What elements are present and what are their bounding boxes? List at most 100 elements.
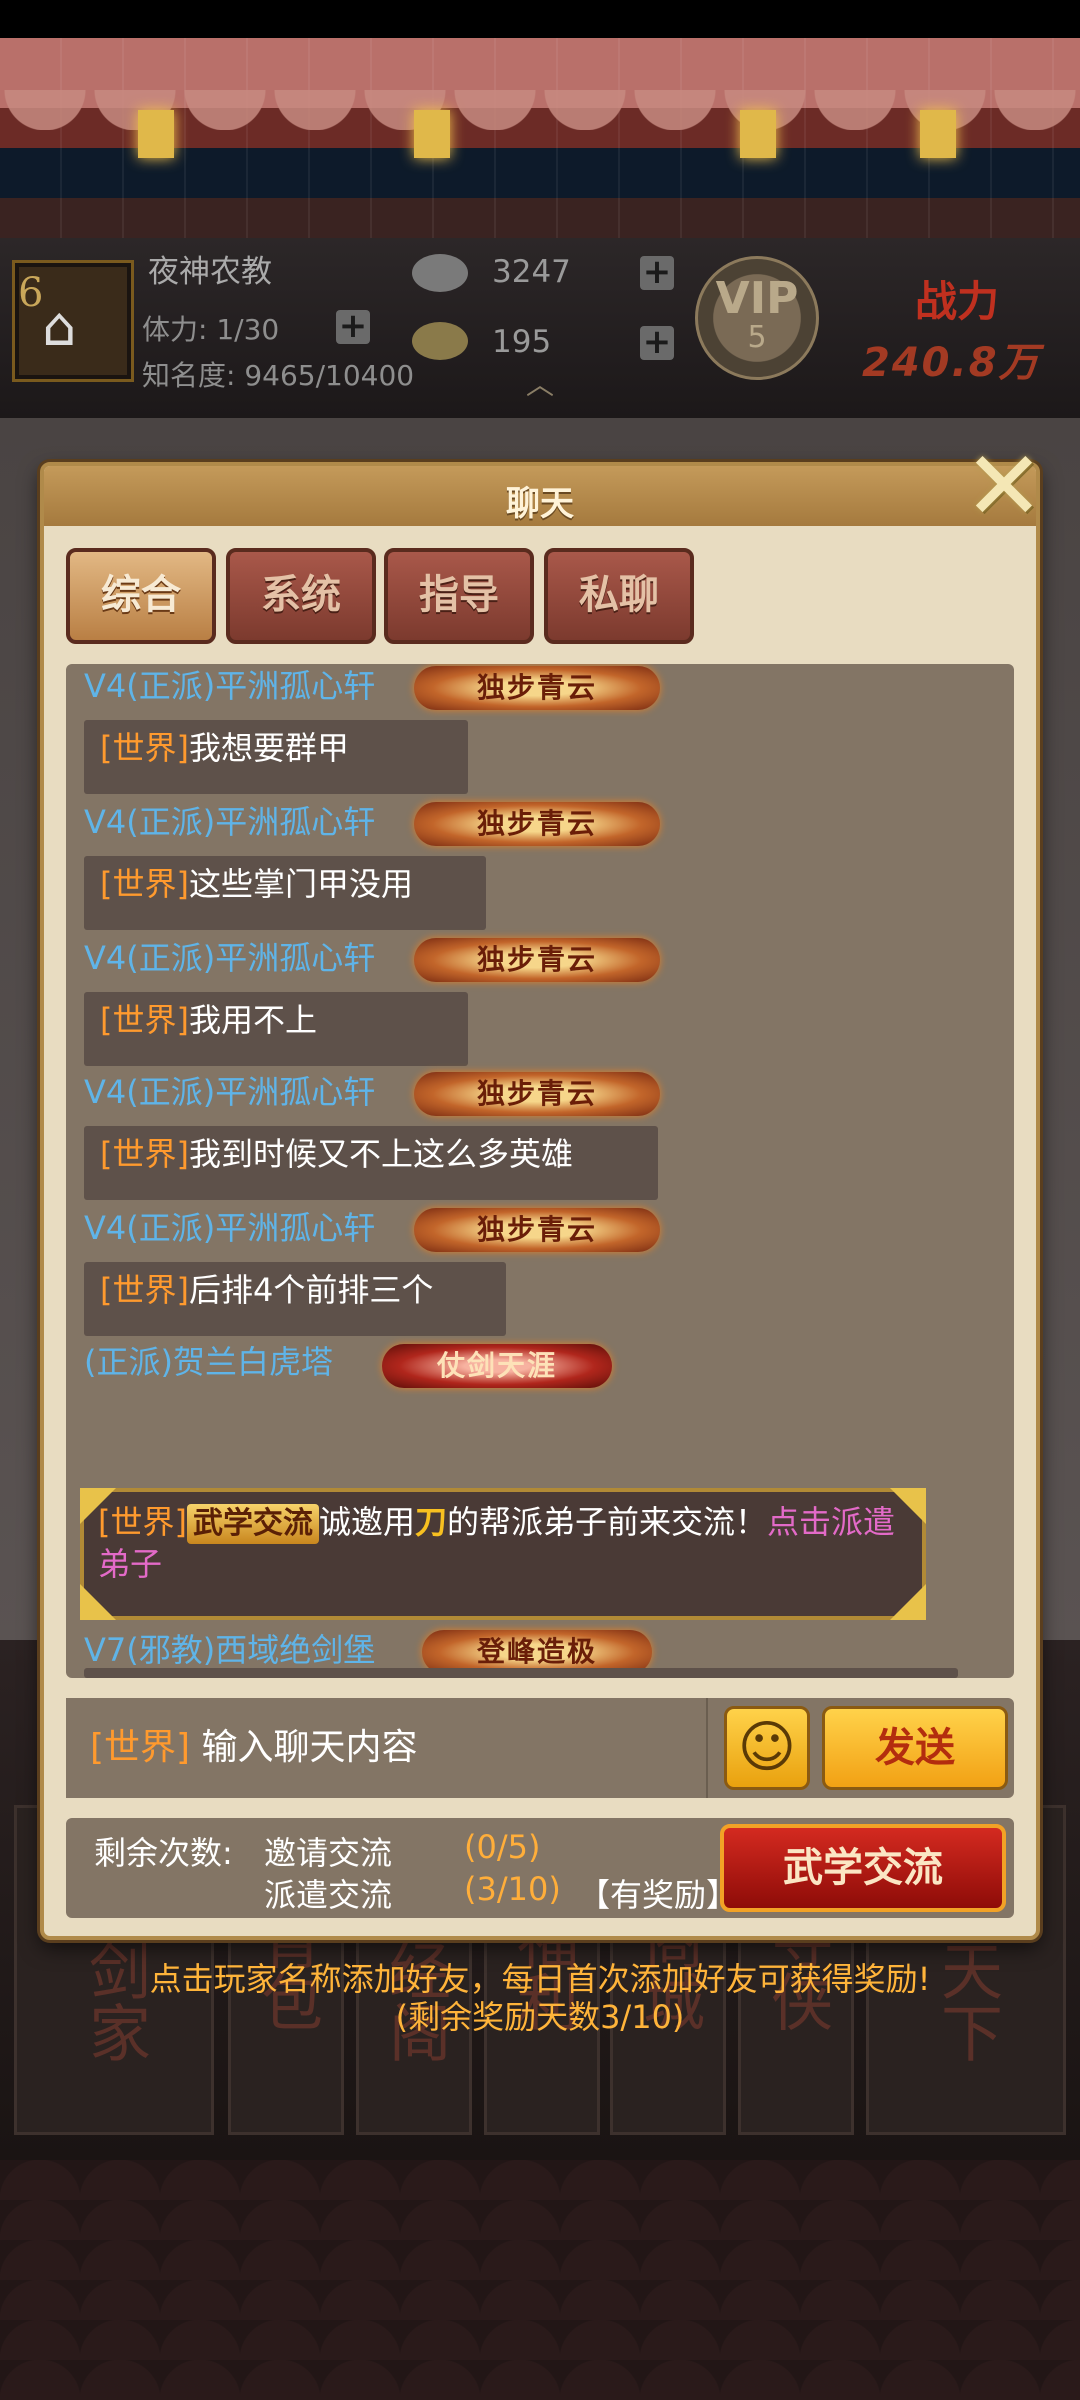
knife-weapon-icon: 刀: [415, 1503, 448, 1541]
lantern-decoration: [138, 110, 174, 158]
sender-vip: V4: [84, 1209, 127, 1247]
add-silver-button[interactable]: +: [640, 255, 674, 290]
sender-vip: V4: [84, 939, 127, 977]
corner-ornament: [80, 1584, 116, 1620]
tab-general[interactable]: 综合: [66, 548, 216, 644]
chat-dialog: 聊天 ✕ 综合 系统 指导 私聊 V4(正派)平洲孤心轩 独步青云 [世界]我想…: [40, 438, 1044, 1940]
reward-label: 【有奖励】: [578, 1876, 739, 1914]
sender-faction: (正派): [126, 939, 216, 977]
dispatch-exchange-label: 派遣交流: [264, 1876, 393, 1914]
add-stamina-button[interactable]: +: [336, 309, 370, 344]
fame-text: 知名度: 9465/10400: [142, 359, 415, 392]
gold-amount: 195: [492, 324, 552, 360]
status-bar: [0, 0, 1080, 38]
tab-system[interactable]: 系统: [226, 548, 376, 644]
sender-faction: (正派): [84, 1343, 173, 1381]
vip-badge[interactable]: VIP 5: [695, 256, 819, 380]
friend-hint-line2: (剩余奖励天数3/10): [395, 1998, 685, 2036]
sender-name[interactable]: 贺兰白虎塔: [173, 1343, 333, 1381]
lantern-decoration: [920, 110, 956, 158]
message-sender[interactable]: V4(正派)平洲孤心轩: [84, 1068, 375, 1116]
dispatch-exchange-count: (3/10): [464, 1870, 561, 1908]
sender-faction: (正派): [126, 667, 216, 705]
add-gold-button[interactable]: +: [640, 325, 674, 360]
combat-power-value: 240.8万: [862, 340, 1041, 386]
sender-faction: (正派): [126, 803, 216, 841]
sender-name[interactable]: 平洲孤心轩: [215, 939, 375, 977]
sender-faction: (邪教): [126, 1631, 216, 1669]
message-text: 我用不上: [188, 1001, 317, 1039]
message-sender[interactable]: V4(正派)平洲孤心轩: [84, 1204, 375, 1252]
emoji-icon[interactable]: ☺: [724, 1706, 810, 1790]
message-text: 后排4个前排三个: [188, 1271, 434, 1309]
player-level: 6: [18, 270, 44, 316]
title-badge: 独步青云: [414, 666, 660, 710]
vip-level: 5: [747, 320, 767, 355]
friend-hint: 点击玩家名称添加好友，每日首次添加好友可获得奖励! (剩余奖励天数3/10): [0, 1960, 1080, 2036]
message-bubble: [世界]我想要群甲: [84, 720, 468, 794]
channel-tag: [世界]: [100, 1001, 189, 1039]
bottom-background: [0, 2160, 1080, 2400]
gold-ingot-icon: [412, 322, 468, 360]
channel-tag: [世界]: [100, 865, 189, 903]
player-name: 夜神农教: [148, 254, 272, 290]
martial-exchange-button[interactable]: 武学交流: [720, 1824, 1006, 1912]
title-badge: 独步青云: [414, 1072, 660, 1116]
tab-guide[interactable]: 指导: [384, 548, 534, 644]
sender-name[interactable]: 西域绝剑堡: [215, 1631, 375, 1669]
sender-name[interactable]: 平洲孤心轩: [215, 1073, 375, 1111]
lantern-decoration: [740, 110, 776, 158]
message-sender[interactable]: V4(正派)平洲孤心轩: [84, 934, 375, 982]
invite-text: 诚邀用: [318, 1503, 415, 1541]
sender-name[interactable]: 平洲孤心轩: [215, 803, 375, 841]
vip-label: VIP: [715, 273, 799, 324]
sender-faction: (正派): [126, 1073, 216, 1111]
remaining-label: 剩余次数:: [94, 1834, 233, 1872]
channel-tag: [世界]: [98, 1503, 187, 1541]
title-badge: 独步青云: [414, 1208, 660, 1252]
close-icon[interactable]: ✕: [954, 438, 1054, 538]
sender-name[interactable]: 平洲孤心轩: [215, 1209, 375, 1247]
dialog-title: 聊天: [506, 484, 574, 524]
message-sender[interactable]: V4(正派)平洲孤心轩: [84, 664, 375, 710]
message-text: 我想要群甲: [188, 729, 349, 767]
message-sender[interactable]: V7(邪教)西域绝剑堡: [84, 1626, 375, 1674]
chevron-up-icon[interactable]: ︿: [520, 371, 560, 399]
corner-ornament: [890, 1488, 926, 1524]
channel-tag: [世界]: [100, 729, 189, 767]
invite-text: 的帮派弟子前来交流！: [447, 1503, 768, 1541]
message-text: 这些掌门甲没用: [188, 865, 413, 903]
silver-amount: 3247: [492, 254, 571, 290]
message-bubble: [世界]我到时候又不上这么多英雄: [84, 1126, 658, 1200]
title-badge: 独步青云: [414, 938, 660, 982]
message-sender[interactable]: (正派)贺兰白虎塔: [84, 1338, 333, 1386]
message-sender[interactable]: V4(正派)平洲孤心轩: [84, 798, 375, 846]
input-channel-tag[interactable]: [世界]: [90, 1727, 190, 1768]
title-badge: 仗剑天涯: [382, 1344, 612, 1388]
sender-vip: V4: [84, 1073, 127, 1111]
invite-exchange-count: (0/5): [464, 1828, 541, 1866]
channel-tag: [世界]: [100, 1271, 189, 1309]
message-bubble: [世界]后排4个前排三个: [84, 1262, 506, 1336]
sender-vip: V7: [84, 1631, 127, 1669]
message-bubble: [世界]这些掌门甲没用: [84, 856, 486, 930]
exchange-info-row: 剩余次数: 邀请交流 (0/5) 派遣交流 (3/10) 【有奖励】 武学交流: [66, 1818, 1014, 1918]
channel-tag: [世界]: [100, 1135, 189, 1173]
martial-exchange-badge: 武学交流: [186, 1504, 319, 1544]
chat-message-list[interactable]: V4(正派)平洲孤心轩 独步青云 [世界]我想要群甲 V4(正派)平洲孤心轩 独…: [66, 664, 1014, 1678]
house-icon: ⌂: [42, 295, 77, 358]
corner-ornament: [890, 1584, 926, 1620]
sender-name[interactable]: 平洲孤心轩: [215, 667, 375, 705]
martial-exchange-invite: [世界] 武学交流 诚邀用刀的帮派弟子前来交流！点击派遣弟子: [80, 1488, 926, 1620]
title-badge: 独步青云: [414, 802, 660, 846]
message-text: 我到时候又不上这么多英雄: [188, 1135, 573, 1173]
chat-input[interactable]: [世界] 输入聊天内容: [66, 1698, 708, 1798]
lantern-decoration: [414, 110, 450, 158]
sender-vip: V4: [84, 803, 127, 841]
tab-private[interactable]: 私聊: [544, 548, 694, 644]
message-bubble: [世界]我用不上: [84, 992, 468, 1066]
chat-input-row: [世界] 输入聊天内容 ☺ 发送: [66, 1698, 1014, 1798]
invite-exchange-label: 邀请交流: [264, 1834, 393, 1872]
sender-faction: (正派): [126, 1209, 216, 1247]
send-button[interactable]: 发送: [822, 1706, 1008, 1790]
